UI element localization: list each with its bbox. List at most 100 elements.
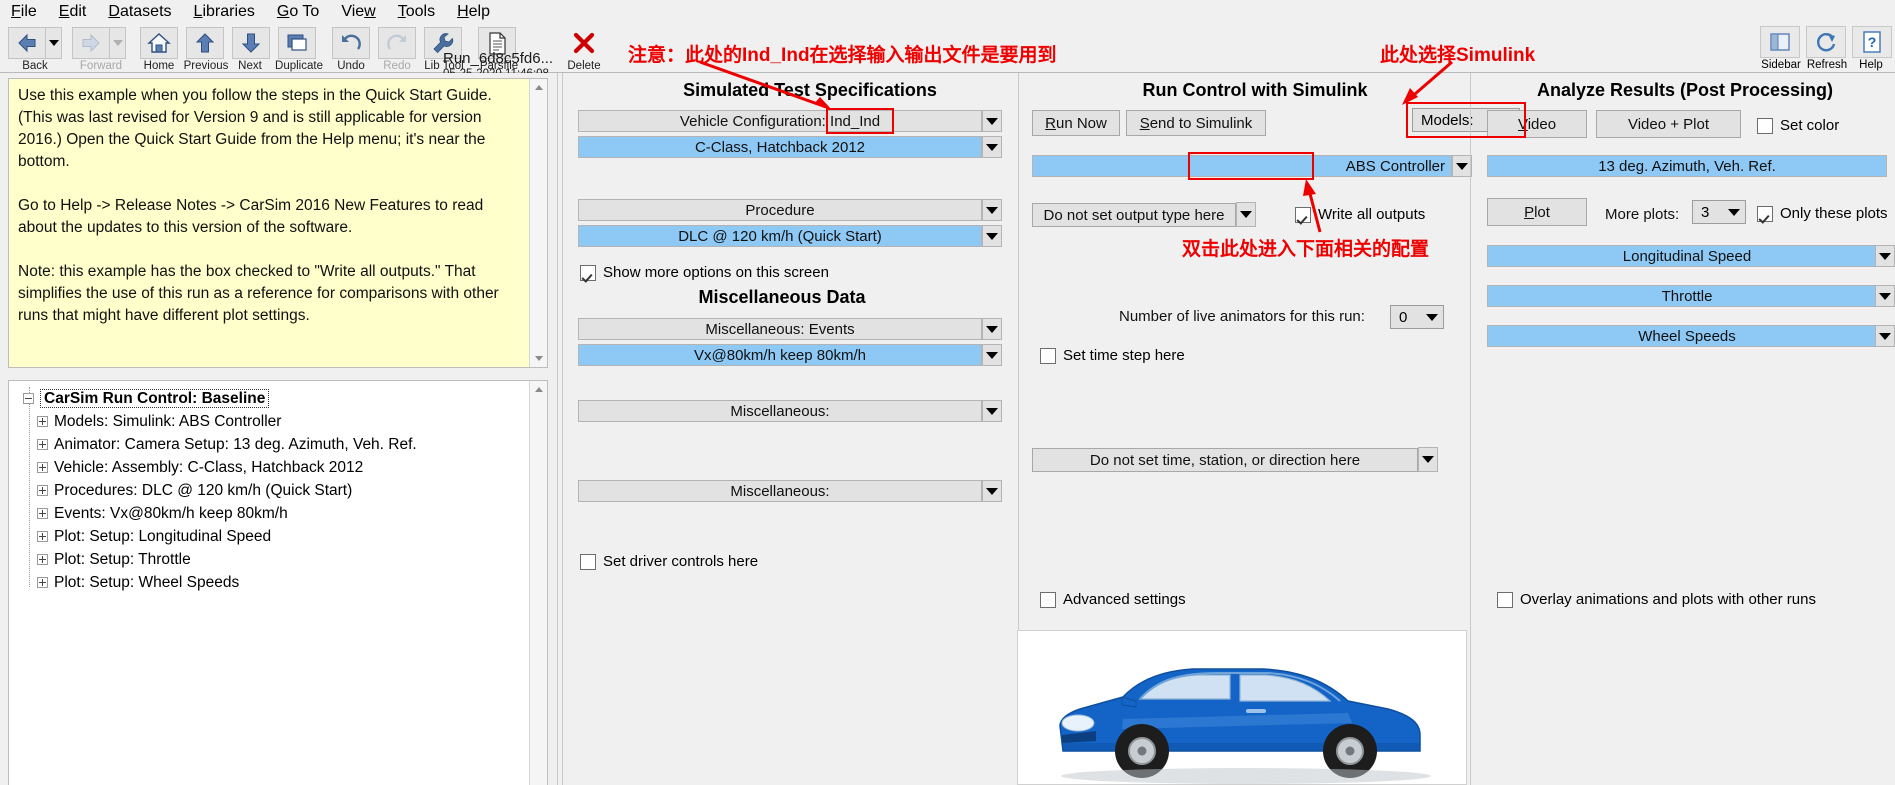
redo-icon xyxy=(387,34,406,50)
menu-help[interactable]: Help xyxy=(446,1,501,23)
camera-setup-value[interactable]: 13 deg. Azimuth, Veh. Ref. xyxy=(1487,155,1887,177)
toolbar-duplicate-button[interactable] xyxy=(278,27,316,59)
toolbar-back-dropdown[interactable] xyxy=(46,27,62,59)
toolbar-previous-button[interactable] xyxy=(186,27,224,59)
toolbar-redo-button[interactable] xyxy=(378,27,416,59)
scroll-up-icon[interactable] xyxy=(530,381,547,398)
tree-expander-icon[interactable] xyxy=(37,416,48,428)
set-time-step-checkbox[interactable]: Set time step here xyxy=(1040,347,1185,364)
toolbar-sidebar-button[interactable] xyxy=(1760,26,1800,58)
checkbox-icon[interactable] xyxy=(1040,347,1056,364)
vehicle-assembly-dropdown[interactable] xyxy=(982,136,1002,158)
more-plots-select[interactable]: 3 xyxy=(1692,200,1746,224)
plot-setup-throttle[interactable]: Throttle xyxy=(1487,285,1887,307)
checkbox-icon[interactable] xyxy=(1757,117,1773,134)
video-plot-button[interactable]: Video + Plot xyxy=(1596,110,1741,138)
menu-datasets[interactable]: Datasets xyxy=(97,1,182,23)
output-type-button[interactable]: Do not set output type here xyxy=(1032,203,1236,227)
toolbar-back-button[interactable] xyxy=(8,27,46,59)
notes-text: Use this example when you follow the ste… xyxy=(18,87,499,324)
time-station-direction-button[interactable]: Do not set time, station, or direction h… xyxy=(1032,448,1418,472)
checkbox-icon[interactable] xyxy=(1295,206,1311,223)
toolbar-refresh-button[interactable] xyxy=(1806,26,1846,58)
toolbar-next-button[interactable] xyxy=(232,27,270,59)
carsim-run-control-window: FFileile Edit Datasets Libraries Go To V… xyxy=(0,0,1895,785)
toolbar-undo-button[interactable] xyxy=(332,27,370,59)
tree-expander-icon[interactable] xyxy=(37,439,48,451)
toolbar-delete-button[interactable] xyxy=(565,27,603,59)
misc3-dropdown[interactable] xyxy=(982,480,1002,502)
plot-2-dropdown[interactable] xyxy=(1875,285,1895,307)
model-value[interactable]: ABS Controller xyxy=(1032,155,1452,177)
checkbox-icon[interactable] xyxy=(1040,591,1056,608)
vehicle-assembly-value[interactable]: C-Class, Hatchback 2012 xyxy=(578,136,982,158)
tree-item-label: Plot: Setup: Wheel Speeds xyxy=(54,574,240,591)
tree-scrollbar[interactable] xyxy=(529,381,547,785)
overlay-animations-checkbox[interactable]: Overlay animations and plots with other … xyxy=(1497,591,1816,608)
procedure-value-dropdown[interactable] xyxy=(982,225,1002,247)
checkbox-icon[interactable] xyxy=(580,264,596,281)
only-these-plots-checkbox[interactable]: Only these plots xyxy=(1757,205,1888,222)
toolbar-home-button[interactable] xyxy=(140,27,178,59)
misc-events-value[interactable]: Vx@80km/h keep 80km/h xyxy=(578,344,982,366)
video-button[interactable]: Video xyxy=(1487,110,1587,138)
tree-expander-icon[interactable] xyxy=(37,462,48,474)
plot-button[interactable]: Plot xyxy=(1487,198,1587,226)
tree-item-procedures[interactable]: Procedures: DLC @ 120 km/h (Quick Start) xyxy=(15,479,527,502)
scroll-down-icon[interactable] xyxy=(530,350,547,367)
time-station-dropdown[interactable] xyxy=(1418,447,1438,472)
vehicle-configuration-dropdown[interactable] xyxy=(982,110,1002,132)
tree-item-animator[interactable]: Animator: Camera Setup: 13 deg. Azimuth,… xyxy=(15,433,527,456)
toolbar-help-button[interactable]: ? xyxy=(1852,26,1892,58)
tree-expander-icon[interactable] xyxy=(37,485,48,497)
tree-item-events[interactable]: Events: Vx@80km/h keep 80km/h xyxy=(15,502,527,525)
tree-item-models[interactable]: Models: Simulink: ABS Controller xyxy=(15,410,527,433)
chevron-down-icon xyxy=(986,325,998,333)
set-color-checkbox[interactable]: Set color xyxy=(1757,117,1839,134)
procedure-dropdown[interactable] xyxy=(982,199,1002,221)
checkbox-icon[interactable] xyxy=(1757,205,1773,222)
plot-setup-longitudinal-speed[interactable]: Longitudinal Speed xyxy=(1487,245,1887,267)
tree-expander-icon[interactable] xyxy=(23,393,34,405)
live-animators-select[interactable]: 0 xyxy=(1390,305,1444,329)
tree-item-plot-throttle[interactable]: Plot: Setup: Throttle xyxy=(15,548,527,571)
misc-events-dropdown[interactable] xyxy=(982,318,1002,340)
tree-item-vehicle[interactable]: Vehicle: Assembly: C-Class, Hatchback 20… xyxy=(15,456,527,479)
show-more-options-checkbox[interactable]: Show more options on this screen xyxy=(580,264,829,281)
misc2-dropdown[interactable] xyxy=(982,400,1002,422)
tree-item-plot-longitudinal-speed[interactable]: Plot: Setup: Longitudinal Speed xyxy=(15,525,527,548)
tree-expander-icon[interactable] xyxy=(37,577,48,589)
tree-expander-icon[interactable] xyxy=(37,531,48,543)
checkbox-icon[interactable] xyxy=(1497,591,1513,608)
toolbar-forward-dropdown[interactable] xyxy=(110,27,126,59)
menu-libraries[interactable]: Libraries xyxy=(183,1,266,23)
scroll-up-icon[interactable] xyxy=(530,79,547,96)
run-now-button[interactable]: Run Now xyxy=(1032,110,1120,136)
menu-tools[interactable]: Tools xyxy=(387,1,446,23)
plot-setup-wheel-speeds[interactable]: Wheel Speeds xyxy=(1487,325,1887,347)
misc-events-value-dropdown[interactable] xyxy=(982,344,1002,366)
procedure-value[interactable]: DLC @ 120 km/h (Quick Start) xyxy=(578,225,982,247)
toolbar-forward-button[interactable] xyxy=(72,27,110,59)
send-to-simulink-button[interactable]: Send to Simulink xyxy=(1126,110,1266,136)
tree-expander-icon[interactable] xyxy=(37,508,48,520)
checkbox-icon[interactable] xyxy=(580,553,596,570)
model-value-dropdown[interactable] xyxy=(1452,155,1472,177)
tree-expander-icon[interactable] xyxy=(37,554,48,566)
plot-3-dropdown[interactable] xyxy=(1875,325,1895,347)
advanced-settings-checkbox[interactable]: Advanced settings xyxy=(1040,591,1186,608)
analyze-results-title: Analyze Results (Post Processing) xyxy=(1536,80,1834,100)
chevron-down-icon xyxy=(986,232,998,240)
notes-scrollbar[interactable] xyxy=(529,79,547,367)
plot-1-dropdown[interactable] xyxy=(1875,245,1895,267)
tree-item-plot-wheel-speeds[interactable]: Plot: Setup: Wheel Speeds xyxy=(15,571,527,594)
set-driver-controls-checkbox[interactable]: Set driver controls here xyxy=(580,553,758,570)
write-all-outputs-checkbox[interactable]: Write all outputs xyxy=(1295,206,1425,223)
menu-edit[interactable]: Edit xyxy=(48,1,98,23)
menu-file[interactable]: FFileile xyxy=(0,1,48,23)
output-type-dropdown[interactable] xyxy=(1236,202,1256,227)
menu-view[interactable]: View xyxy=(330,1,386,23)
menu-goto[interactable]: Go To xyxy=(266,1,330,23)
chevron-down-icon xyxy=(48,40,59,46)
tree-root-item[interactable]: CarSim Run Control: Baseline xyxy=(15,387,527,410)
